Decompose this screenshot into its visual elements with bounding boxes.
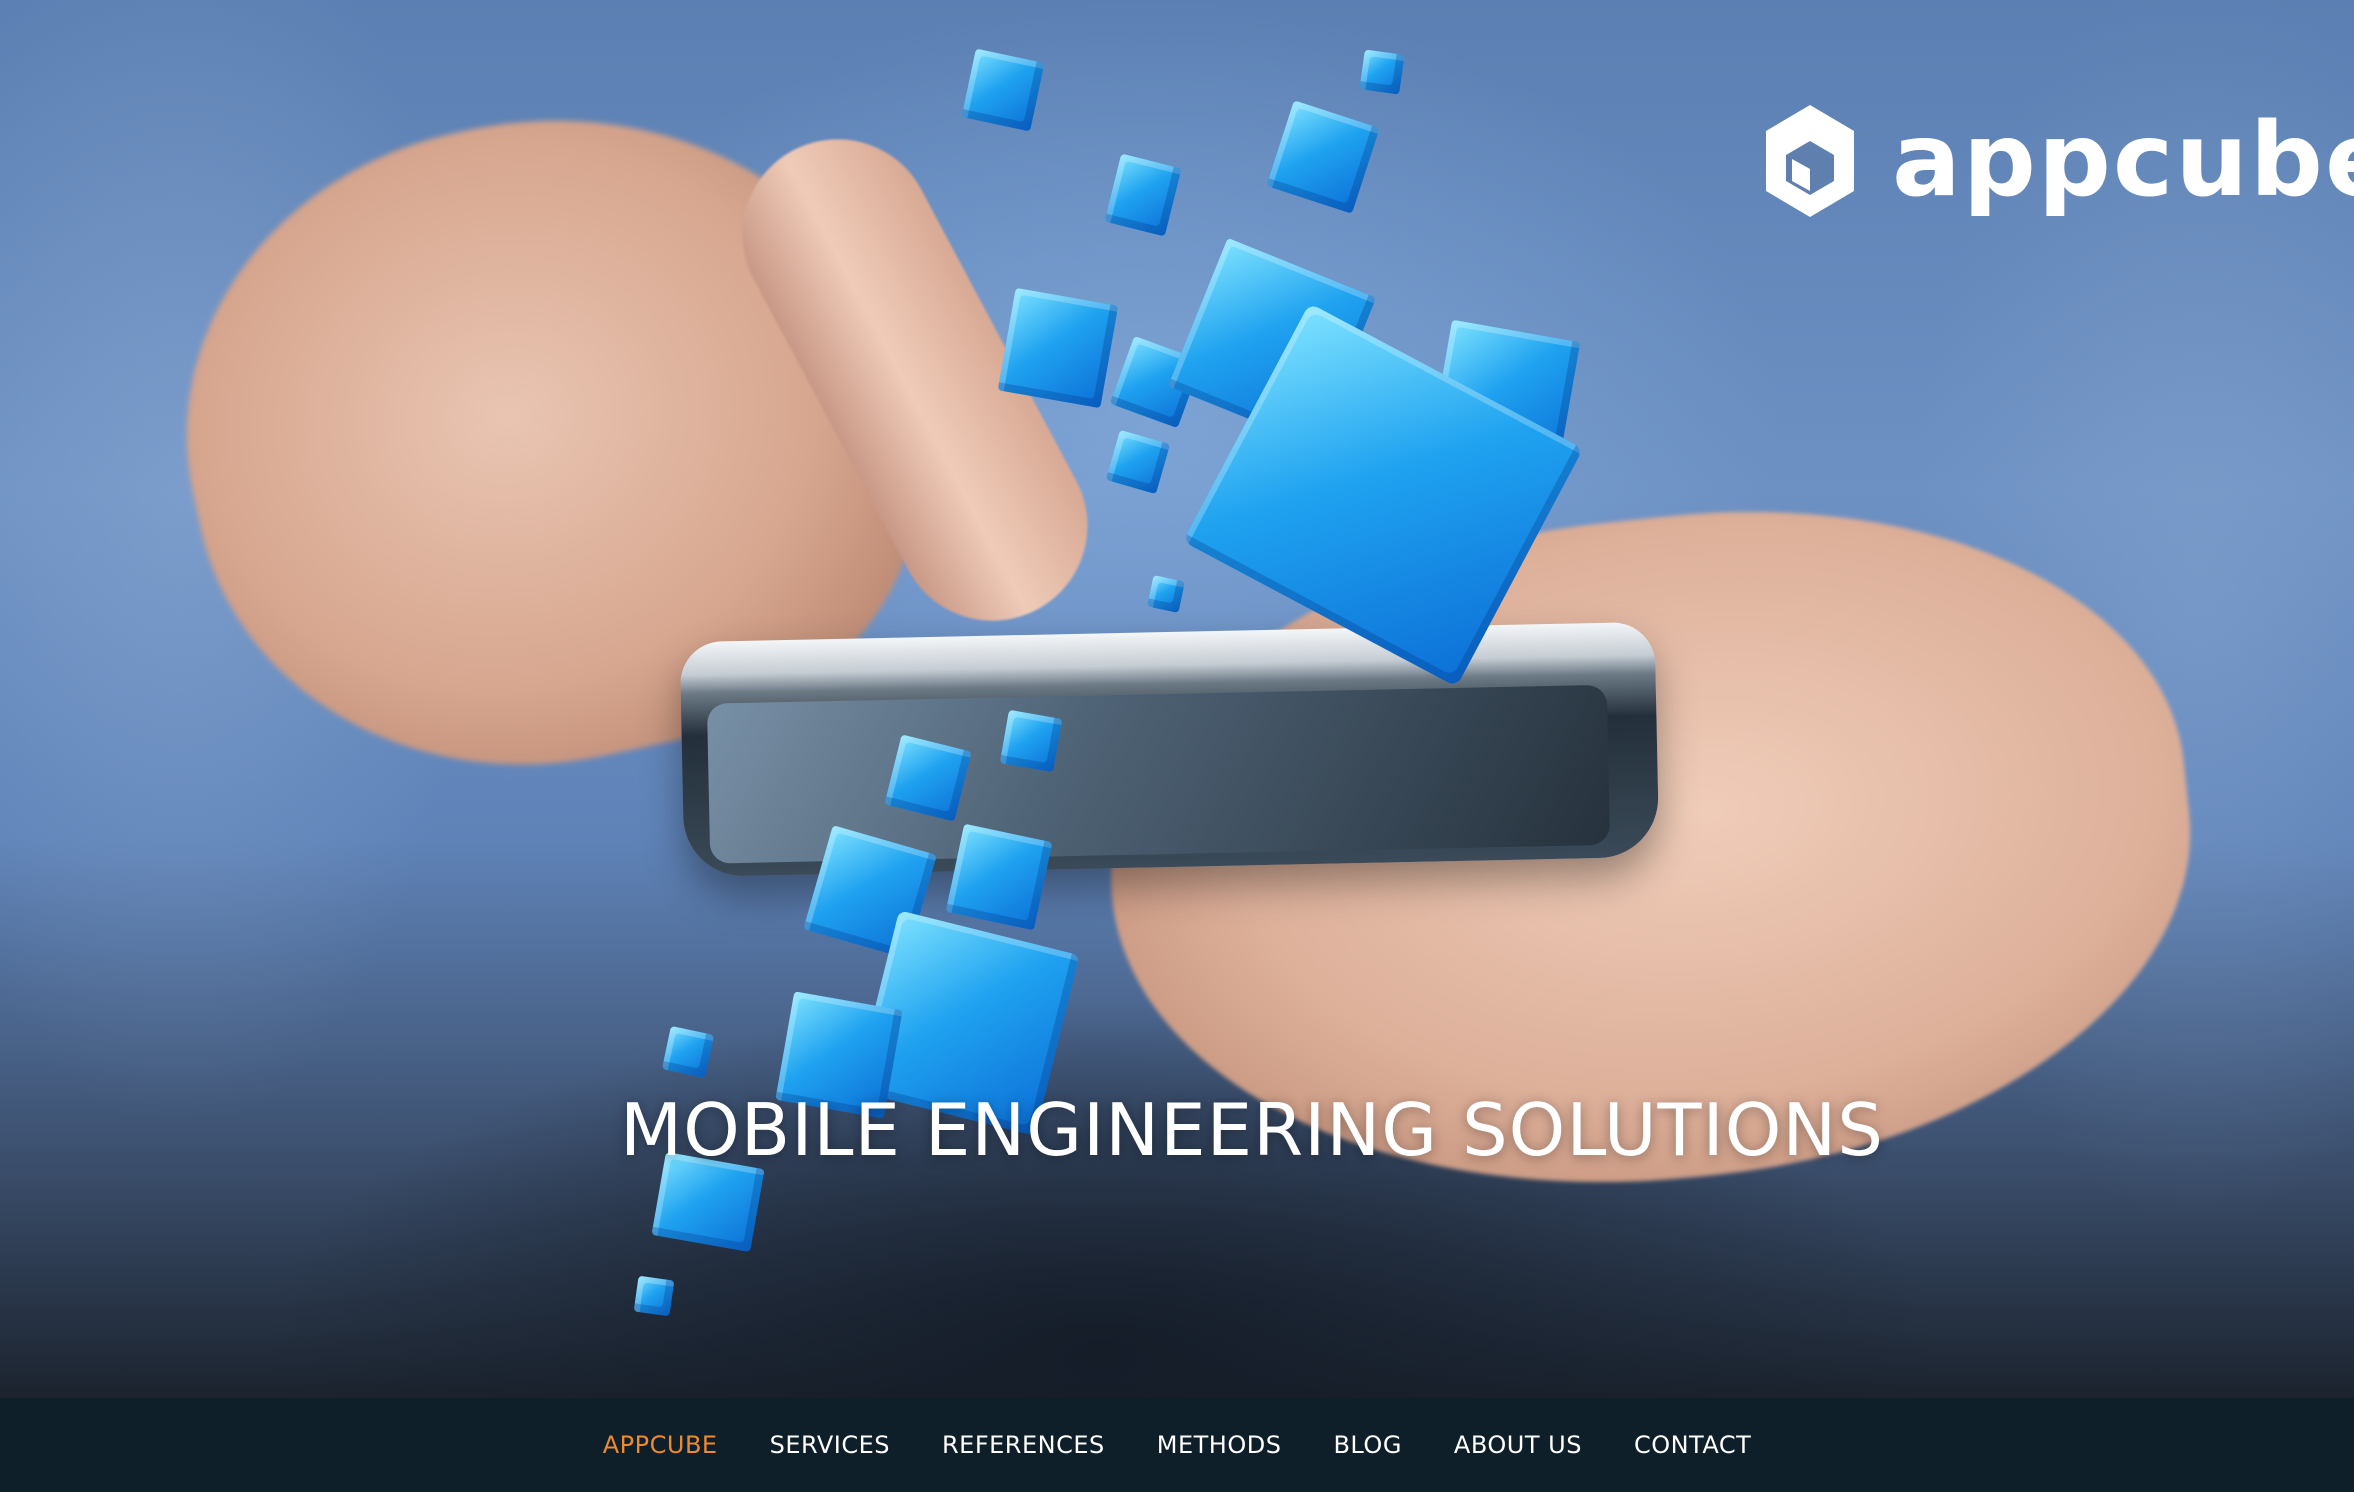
- nav-item-about-us[interactable]: ABOUT US: [1454, 1431, 1582, 1459]
- logo-text: appcube: [1892, 101, 2354, 220]
- cube-graphic: [961, 48, 1045, 132]
- hexagon-cube-icon: [1766, 105, 1854, 217]
- nav-item-contact[interactable]: CONTACT: [1634, 1431, 1751, 1459]
- cube-graphic: [633, 1275, 675, 1317]
- cube-graphic: [661, 1025, 715, 1079]
- nav-item-blog[interactable]: BLOG: [1333, 1431, 1401, 1459]
- nav-item-references[interactable]: REFERENCES: [942, 1431, 1105, 1459]
- hero-headline: MOBILE ENGINEERING SOLUTIONS: [620, 1088, 1884, 1172]
- cube-graphic: [999, 709, 1063, 773]
- site-logo[interactable]: appcube: [1762, 96, 2354, 226]
- cube-graphic: [1359, 49, 1405, 95]
- cube-graphic: [997, 287, 1119, 409]
- nav-item-appcube[interactable]: APPCUBE: [603, 1431, 718, 1459]
- hero-image: appcube MOBILE ENGINEERING SOLUTIONS: [0, 0, 2354, 1398]
- cube-graphic: [1147, 575, 1185, 613]
- nav-item-methods[interactable]: METHODS: [1157, 1431, 1282, 1459]
- main-navigation: APPCUBE SERVICES REFERENCES METHODS BLOG…: [0, 1398, 2354, 1492]
- cube-graphic: [945, 823, 1053, 931]
- smartphone-illustration: [679, 621, 1660, 878]
- nav-item-services[interactable]: SERVICES: [770, 1431, 890, 1459]
